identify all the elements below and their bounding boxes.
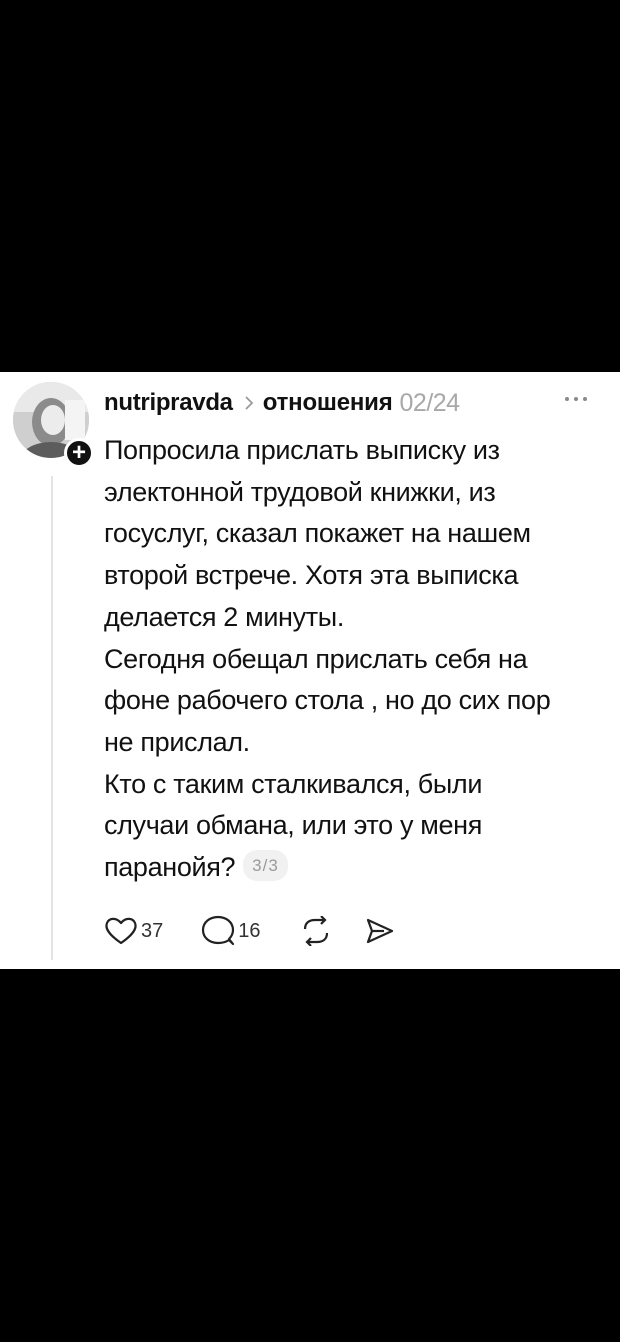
topic-link[interactable]: отношения bbox=[263, 389, 393, 417]
chevron-right-icon bbox=[245, 396, 254, 410]
post-line: электонной трудовой книжки, из bbox=[104, 476, 496, 507]
comment-count: 16 bbox=[238, 919, 261, 942]
post-line: госуслуг, сказал покажет на нашем bbox=[104, 518, 531, 549]
more-dots-icon[interactable] bbox=[565, 394, 593, 404]
like-button[interactable]: 37 bbox=[104, 916, 163, 946]
action-bar: 37 16 bbox=[104, 912, 395, 950]
repost-button[interactable] bbox=[301, 916, 331, 946]
post-line: Попросила прислать выписку из bbox=[104, 435, 500, 465]
post-header: nutripravda отношения 02/24 bbox=[104, 386, 460, 420]
like-count: 37 bbox=[141, 919, 164, 942]
share-button[interactable] bbox=[365, 917, 395, 945]
post-line: Сегодня обещал прислать себя на bbox=[104, 643, 528, 674]
post-line: Кто с таким сталкивался, были bbox=[104, 768, 483, 799]
repost-icon bbox=[303, 916, 328, 946]
comment-button[interactable]: 16 bbox=[201, 915, 261, 947]
post-line: не прислал. bbox=[104, 726, 250, 757]
post-line: фоне рабочего стола , но до сих пор bbox=[104, 685, 551, 716]
post-body: Попросила прислать выписку из электонной… bbox=[104, 430, 609, 889]
post-line-last: паранойя? 3/3 bbox=[104, 847, 609, 889]
heart-icon bbox=[105, 917, 137, 945]
post-line: делается 2 минуты. bbox=[104, 601, 344, 632]
post-line: второй встрече. Хотя эта выписка bbox=[104, 560, 519, 591]
post-line: случаи обмана, или это у меня bbox=[104, 810, 482, 841]
page-counter-badge: 3/3 bbox=[243, 850, 288, 882]
post-date: 02/24 bbox=[399, 388, 461, 417]
post-card: + nutripravda отношения 02/24 Попросила … bbox=[0, 372, 620, 969]
comment-icon bbox=[202, 915, 235, 946]
username[interactable]: nutripravda bbox=[104, 389, 233, 417]
thread-line bbox=[51, 476, 53, 960]
post-line-text: паранойя? bbox=[104, 852, 236, 883]
follow-plus-icon[interactable]: + bbox=[64, 438, 94, 468]
send-icon bbox=[366, 918, 393, 944]
